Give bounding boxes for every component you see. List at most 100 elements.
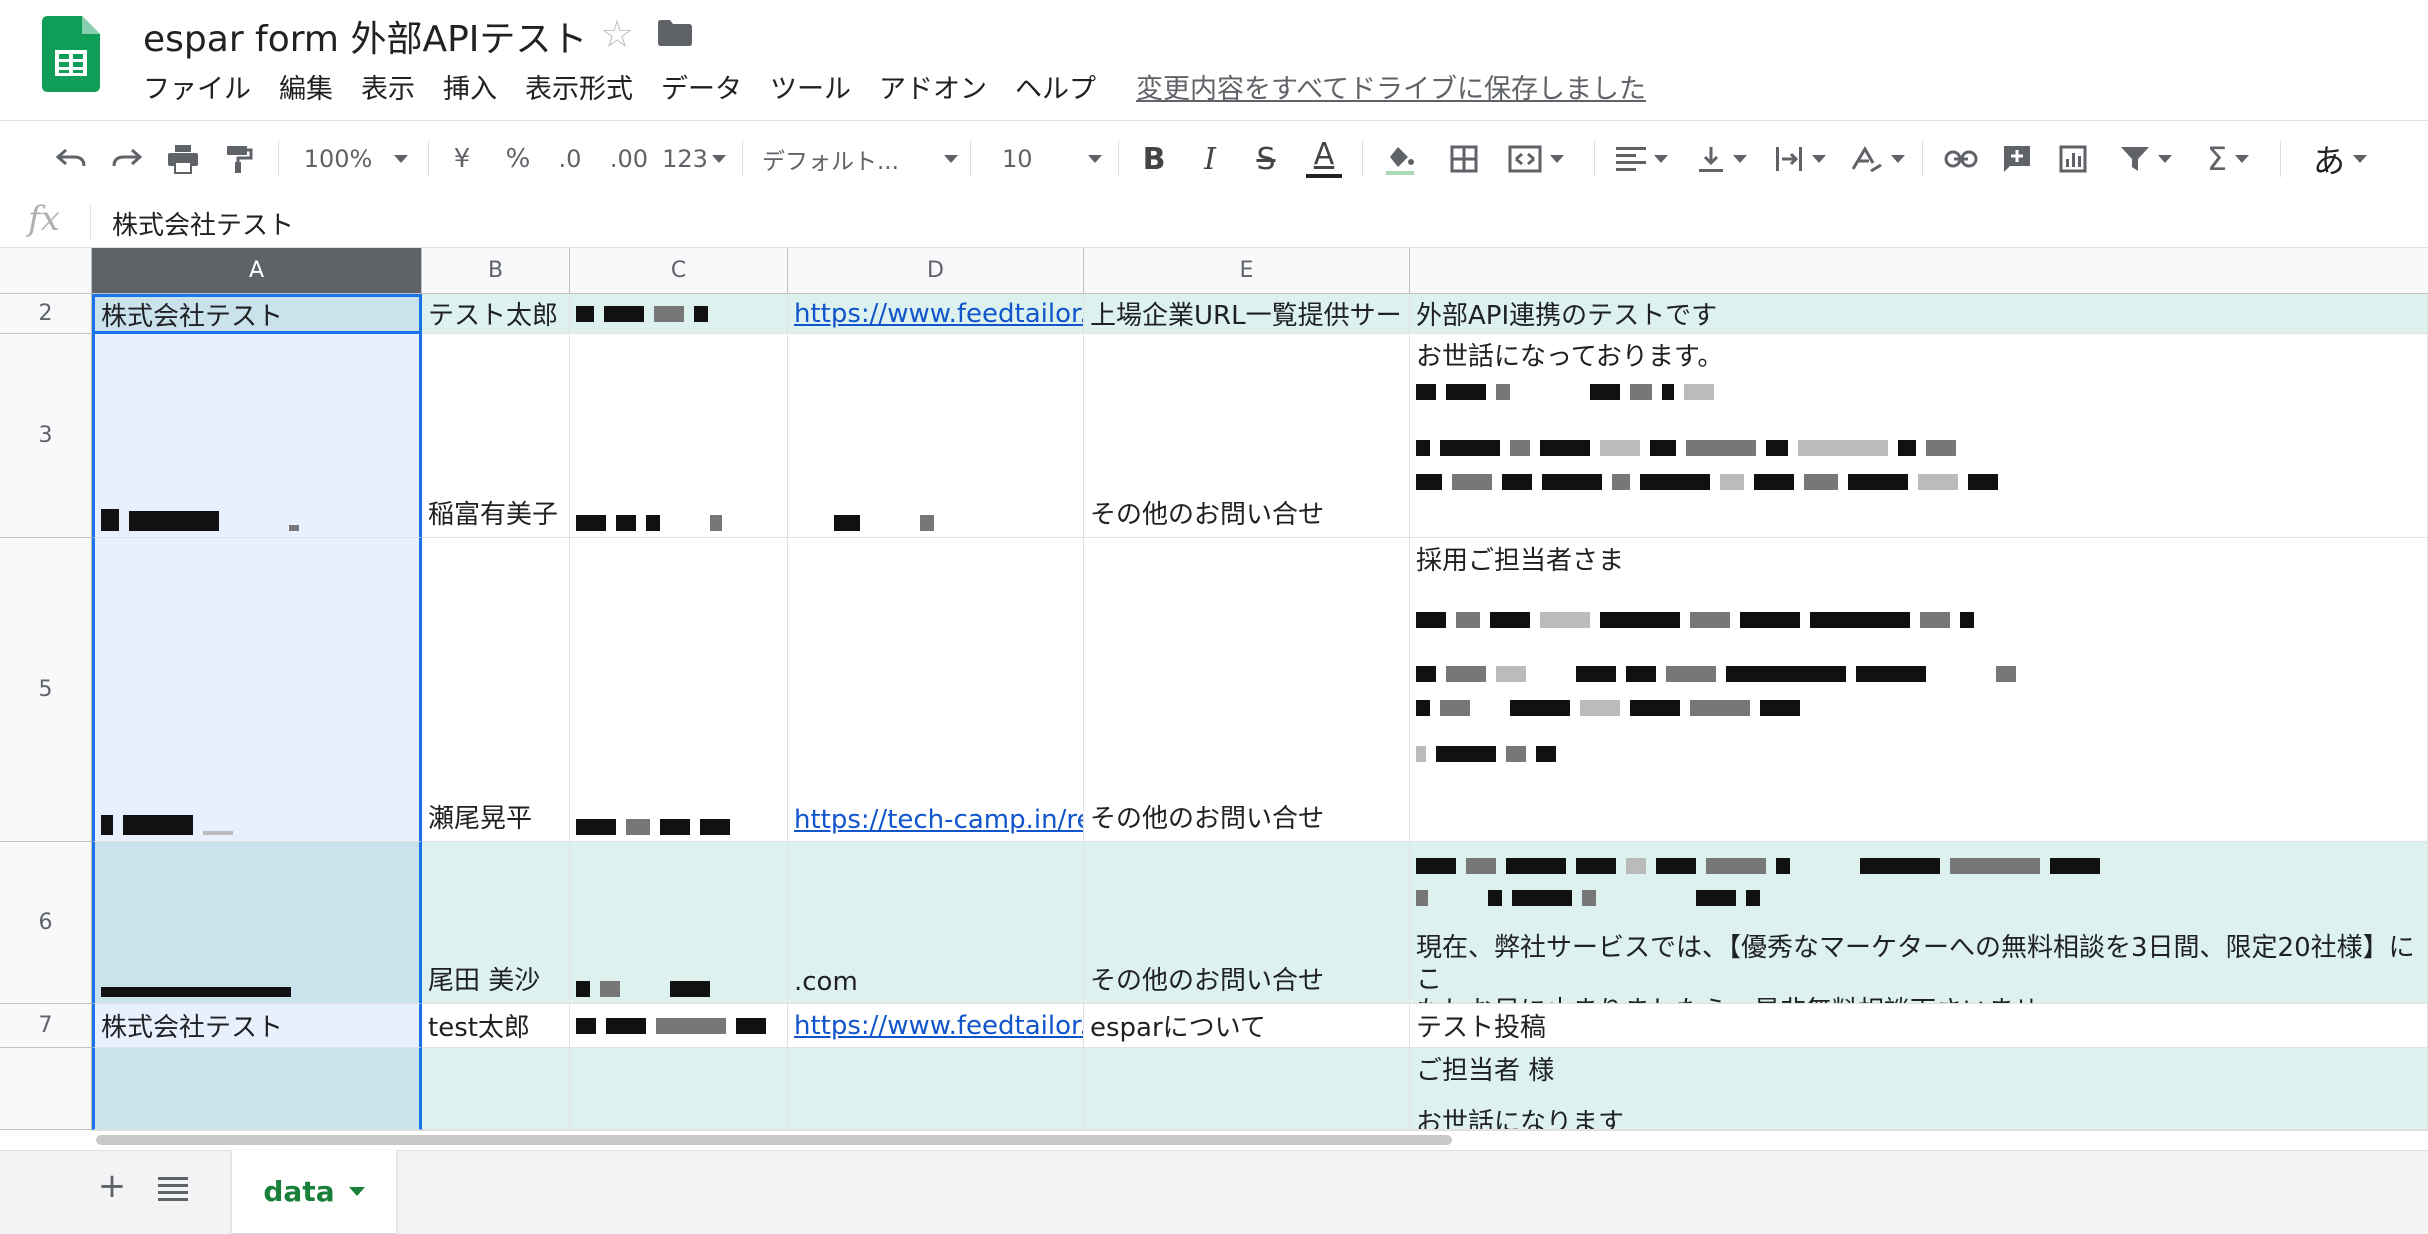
strikethrough-button[interactable]: S: [1246, 121, 1286, 197]
decrease-decimal-button[interactable]: .0: [548, 121, 592, 197]
input-tools-button[interactable]: あ: [2300, 121, 2380, 197]
formula-input[interactable]: 株式会社テスト: [112, 205, 294, 242]
comment-icon[interactable]: [1996, 121, 2038, 197]
cell-f7[interactable]: テスト投稿: [1410, 1004, 2428, 1048]
column-header-a[interactable]: A: [92, 248, 422, 294]
filter-icon[interactable]: [2110, 121, 2182, 197]
cell-d5-link[interactable]: https://tech-camp.in/recru: [794, 805, 1083, 835]
folder-icon[interactable]: [658, 20, 692, 46]
cell-d2[interactable]: https://www.feedtailor.jp/: [788, 294, 1084, 334]
cell-b5[interactable]: 瀬尾晃平: [422, 538, 570, 842]
zoom-select[interactable]: 100%: [296, 121, 416, 197]
undo-icon[interactable]: [50, 121, 92, 197]
menu-format[interactable]: 表示形式: [525, 70, 661, 110]
horizontal-scroll-thumb[interactable]: [96, 1135, 1452, 1145]
font-size-select[interactable]: 10: [988, 121, 1102, 197]
cell-b2[interactable]: テスト太郎: [422, 294, 570, 334]
text-color-button[interactable]: A: [1302, 121, 1346, 197]
column-header-c[interactable]: C: [570, 248, 788, 294]
cell-f8[interactable]: ご担当者 様 お世話になります: [1410, 1048, 2428, 1130]
sheet-tab-data[interactable]: data: [232, 1150, 396, 1233]
print-icon[interactable]: [162, 121, 204, 197]
functions-icon[interactable]: Σ: [2196, 121, 2260, 197]
cell-b7[interactable]: test太郎: [422, 1004, 570, 1048]
menu-view[interactable]: 表示: [361, 70, 443, 110]
cell-e2[interactable]: 上場企業URL一覧提供サー: [1084, 294, 1410, 334]
align-left-icon[interactable]: [1610, 121, 1674, 197]
borders-icon[interactable]: [1444, 121, 1484, 197]
cell-b3[interactable]: 稲富有美子: [422, 334, 570, 538]
increase-decimal-button[interactable]: .00: [604, 121, 654, 197]
add-sheet-icon[interactable]: +: [92, 1166, 132, 1206]
row-header-8[interactable]: [0, 1048, 92, 1130]
menu-edit[interactable]: 編集: [279, 70, 361, 110]
save-status-link[interactable]: 変更内容をすべてドライブに保存しました: [1136, 70, 1646, 110]
chart-icon[interactable]: [2052, 121, 2094, 197]
cell-c2[interactable]: [570, 294, 788, 334]
cell-e7[interactable]: esparについて: [1084, 1004, 1410, 1048]
cell-d6[interactable]: .com: [788, 842, 1084, 1004]
cell-c6[interactable]: [570, 842, 788, 1004]
all-sheets-icon[interactable]: [158, 1176, 188, 1202]
cell-a8[interactable]: [92, 1048, 422, 1130]
column-header-e[interactable]: E: [1084, 248, 1410, 294]
cell-e6[interactable]: その他のお問い合せ: [1084, 842, 1410, 1004]
menu-addons[interactable]: アドオン: [879, 70, 1015, 110]
cell-a3[interactable]: [92, 334, 422, 538]
cell-d7[interactable]: https://www.feedtailor.jp/: [788, 1004, 1084, 1048]
cell-e8[interactable]: [1084, 1048, 1410, 1130]
cell-d5[interactable]: https://tech-camp.in/recru: [788, 538, 1084, 842]
cell-e3[interactable]: その他のお問い合せ: [1084, 334, 1410, 538]
cell-c7[interactable]: [570, 1004, 788, 1048]
menu-data[interactable]: データ: [661, 70, 770, 110]
bold-button[interactable]: B: [1134, 121, 1174, 197]
column-header-f[interactable]: [1410, 248, 2428, 294]
cell-b6[interactable]: 尾田 美沙: [422, 842, 570, 1004]
cell-d7-link[interactable]: https://www.feedtailor.jp/: [794, 1011, 1083, 1041]
select-all-corner[interactable]: [0, 248, 92, 294]
row-header-6[interactable]: 6: [0, 842, 92, 1004]
cell-f6[interactable]: 現在、弊社サービスでは、【優秀なマーケターへの無料相談を3日間、限定20社様】に…: [1410, 842, 2428, 1004]
row-header-5[interactable]: 5: [0, 538, 92, 842]
menu-help[interactable]: ヘルプ: [1015, 70, 1124, 110]
link-icon[interactable]: [1940, 121, 1982, 197]
currency-format-button[interactable]: ¥: [444, 121, 480, 197]
cell-a5[interactable]: [92, 538, 422, 842]
cell-c8[interactable]: [570, 1048, 788, 1130]
text-wrap-icon[interactable]: [1768, 121, 1832, 197]
text-rotate-icon[interactable]: [1846, 121, 1910, 197]
document-title[interactable]: espar form 外部APIテスト: [143, 10, 587, 62]
fill-color-icon[interactable]: [1378, 121, 1422, 197]
cell-e5[interactable]: その他のお問い合せ: [1084, 538, 1410, 842]
cell-c3[interactable]: [570, 334, 788, 538]
chevron-down-icon[interactable]: [348, 1187, 365, 1196]
menu-file[interactable]: ファイル: [143, 70, 279, 110]
column-header-b[interactable]: B: [422, 248, 570, 294]
row-header-3[interactable]: 3: [0, 334, 92, 538]
redo-icon[interactable]: [106, 121, 148, 197]
cell-d3[interactable]: [788, 334, 1084, 538]
sheets-logo-icon[interactable]: [42, 16, 100, 92]
row-header-2[interactable]: 2: [0, 294, 92, 334]
cell-b8[interactable]: [422, 1048, 570, 1130]
cell-a2-selected[interactable]: 株式会社テスト: [92, 294, 422, 334]
percent-format-button[interactable]: %: [500, 121, 536, 197]
cell-a6[interactable]: [92, 842, 422, 1004]
more-formats-button[interactable]: 123: [662, 121, 726, 197]
cell-f3[interactable]: お世話になっております。: [1410, 334, 2428, 538]
cell-d2-link[interactable]: https://www.feedtailor.jp/: [794, 299, 1083, 329]
menu-insert[interactable]: 挿入: [443, 70, 525, 110]
italic-button[interactable]: I: [1190, 121, 1230, 197]
valign-bottom-icon[interactable]: [1690, 121, 1754, 197]
menu-tools[interactable]: ツール: [770, 70, 879, 110]
cell-f2[interactable]: 外部API連携のテストです: [1410, 294, 2428, 334]
paint-format-icon[interactable]: [218, 121, 260, 197]
cell-f5[interactable]: 採用ご担当者さま: [1410, 538, 2428, 842]
cell-c5[interactable]: [570, 538, 788, 842]
merge-cells-icon[interactable]: [1500, 121, 1572, 197]
cell-a7[interactable]: 株式会社テスト: [92, 1004, 422, 1048]
column-header-d[interactable]: D: [788, 248, 1084, 294]
star-icon[interactable]: ☆: [600, 10, 634, 58]
cell-d8[interactable]: [788, 1048, 1084, 1130]
font-family-select[interactable]: デフォルト...: [762, 121, 958, 197]
